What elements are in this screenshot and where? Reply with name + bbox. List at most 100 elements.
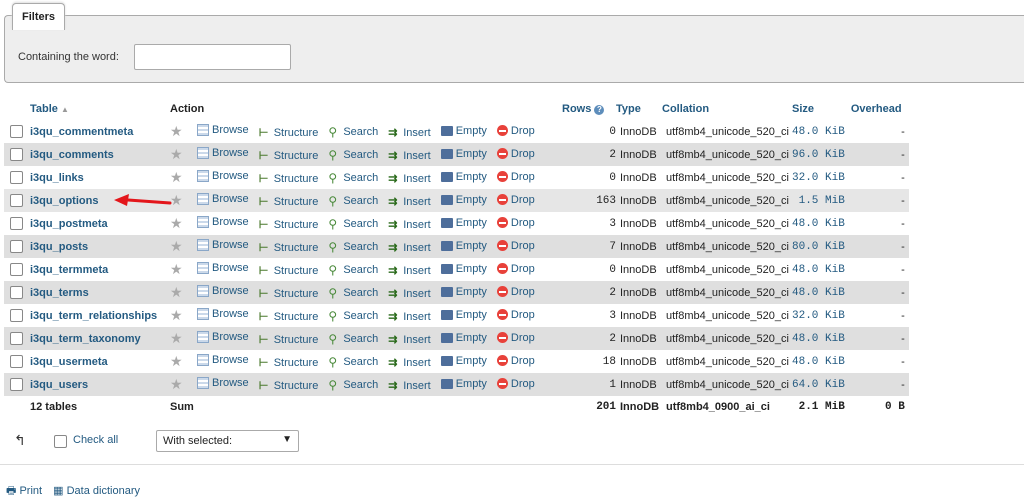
structure-button[interactable]: ⊢ Structure <box>259 242 319 254</box>
table-name-link[interactable]: i3qu_posts <box>30 241 88 253</box>
search-button[interactable]: ⚲ Search <box>328 218 378 230</box>
help-icon[interactable]: ? <box>594 105 605 115</box>
empty-button[interactable]: Empty <box>440 286 487 298</box>
empty-button[interactable]: Empty <box>440 309 487 321</box>
browse-button[interactable]: Browse <box>197 124 249 136</box>
table-name-link[interactable]: i3qu_termmeta <box>30 264 108 276</box>
row-size[interactable]: 48.0 KiB <box>792 281 851 304</box>
row-checkbox[interactable] <box>10 217 23 230</box>
table-name-link[interactable]: i3qu_options <box>30 195 98 207</box>
search-button[interactable]: ⚲ Search <box>328 195 378 207</box>
row-checkbox[interactable] <box>10 194 23 207</box>
row-size[interactable]: 48.0 KiB <box>792 119 851 143</box>
data-dictionary-link[interactable]: ▦ Data dictionary <box>53 485 140 497</box>
structure-button[interactable]: ⊢ Structure <box>259 380 319 392</box>
empty-button[interactable]: Empty <box>440 332 487 344</box>
structure-button[interactable]: ⊢ Structure <box>259 150 319 162</box>
structure-button[interactable]: ⊢ Structure <box>259 311 319 323</box>
header-overhead[interactable]: Overhead <box>850 99 909 120</box>
header-collation[interactable]: Collation <box>662 99 792 120</box>
favorite-button[interactable]: ★ <box>170 170 187 184</box>
drop-button[interactable]: Drop <box>496 309 535 321</box>
table-name-link[interactable]: i3qu_commentmeta <box>30 126 133 138</box>
search-button[interactable]: ⚲ Search <box>328 241 378 253</box>
row-size[interactable]: 32.0 KiB <box>792 166 851 189</box>
drop-button[interactable]: Drop <box>496 240 535 252</box>
row-checkbox[interactable] <box>10 125 23 138</box>
browse-button[interactable]: Browse <box>197 377 249 389</box>
browse-button[interactable]: Browse <box>197 262 249 274</box>
row-size[interactable]: 1.5 MiB <box>792 189 851 212</box>
drop-button[interactable]: Drop <box>496 125 535 137</box>
insert-button[interactable]: ⇉ Insert <box>388 242 431 254</box>
search-button[interactable]: ⚲ Search <box>328 310 378 322</box>
drop-button[interactable]: Drop <box>496 378 535 390</box>
browse-button[interactable]: Browse <box>197 285 249 297</box>
row-checkbox[interactable] <box>10 263 23 276</box>
filter-input[interactable] <box>134 44 291 70</box>
table-name-link[interactable]: i3qu_comments <box>30 149 114 161</box>
empty-button[interactable]: Empty <box>440 148 487 160</box>
insert-button[interactable]: ⇉ Insert <box>388 219 431 231</box>
browse-button[interactable]: Browse <box>197 354 249 366</box>
favorite-button[interactable]: ★ <box>170 147 187 161</box>
table-name-link[interactable]: i3qu_users <box>30 379 88 391</box>
insert-button[interactable]: ⇉ Insert <box>388 311 431 323</box>
drop-button[interactable]: Drop <box>496 263 535 275</box>
structure-button[interactable]: ⊢ Structure <box>259 334 319 346</box>
table-name-link[interactable]: i3qu_usermeta <box>30 356 108 368</box>
favorite-button[interactable]: ★ <box>170 285 187 299</box>
row-checkbox[interactable] <box>10 148 23 161</box>
structure-button[interactable]: ⊢ Structure <box>259 127 319 139</box>
favorite-button[interactable]: ★ <box>170 262 187 276</box>
favorite-button[interactable]: ★ <box>170 308 187 322</box>
row-size[interactable]: 96.0 KiB <box>792 143 851 166</box>
structure-button[interactable]: ⊢ Structure <box>259 265 319 277</box>
search-button[interactable]: ⚲ Search <box>328 172 378 184</box>
browse-button[interactable]: Browse <box>197 216 249 228</box>
search-button[interactable]: ⚲ Search <box>328 379 378 391</box>
header-table[interactable]: Table ▲ <box>30 99 170 120</box>
browse-button[interactable]: Browse <box>197 331 249 343</box>
drop-button[interactable]: Drop <box>496 194 535 206</box>
search-button[interactable]: ⚲ Search <box>328 333 378 345</box>
header-size[interactable]: Size <box>792 99 851 120</box>
insert-button[interactable]: ⇉ Insert <box>388 196 431 208</box>
favorite-button[interactable]: ★ <box>170 216 187 230</box>
insert-button[interactable]: ⇉ Insert <box>388 265 431 277</box>
print-link[interactable]: 🖶 Print <box>6 485 42 497</box>
structure-button[interactable]: ⊢ Structure <box>259 173 319 185</box>
empty-button[interactable]: Empty <box>440 263 487 275</box>
empty-button[interactable]: Empty <box>440 355 487 367</box>
header-rows[interactable]: Rows ? <box>562 99 616 120</box>
insert-button[interactable]: ⇉ Insert <box>388 380 431 392</box>
search-button[interactable]: ⚲ Search <box>328 264 378 276</box>
drop-button[interactable]: Drop <box>496 355 535 367</box>
row-size[interactable]: 32.0 KiB <box>792 304 851 327</box>
row-checkbox[interactable] <box>10 286 23 299</box>
check-all-checkbox[interactable] <box>54 435 67 448</box>
row-size[interactable]: 48.0 KiB <box>792 350 851 373</box>
drop-button[interactable]: Drop <box>496 171 535 183</box>
row-checkbox[interactable] <box>10 332 23 345</box>
favorite-button[interactable]: ★ <box>170 193 187 207</box>
browse-button[interactable]: Browse <box>197 308 249 320</box>
empty-button[interactable]: Empty <box>440 171 487 183</box>
browse-button[interactable]: Browse <box>197 193 249 205</box>
insert-button[interactable]: ⇉ Insert <box>388 357 431 369</box>
browse-button[interactable]: Browse <box>197 239 249 251</box>
drop-button[interactable]: Drop <box>496 148 535 160</box>
row-size[interactable]: 48.0 KiB <box>792 212 851 235</box>
row-size[interactable]: 48.0 KiB <box>792 258 851 281</box>
table-name-link[interactable]: i3qu_links <box>30 172 84 184</box>
favorite-button[interactable]: ★ <box>170 354 187 368</box>
drop-button[interactable]: Drop <box>496 332 535 344</box>
structure-button[interactable]: ⊢ Structure <box>259 288 319 300</box>
structure-button[interactable]: ⊢ Structure <box>259 219 319 231</box>
empty-button[interactable]: Empty <box>440 125 487 137</box>
row-checkbox[interactable] <box>10 378 23 391</box>
empty-button[interactable]: Empty <box>440 217 487 229</box>
drop-button[interactable]: Drop <box>496 217 535 229</box>
table-name-link[interactable]: i3qu_terms <box>30 287 89 299</box>
favorite-button[interactable]: ★ <box>170 239 187 253</box>
